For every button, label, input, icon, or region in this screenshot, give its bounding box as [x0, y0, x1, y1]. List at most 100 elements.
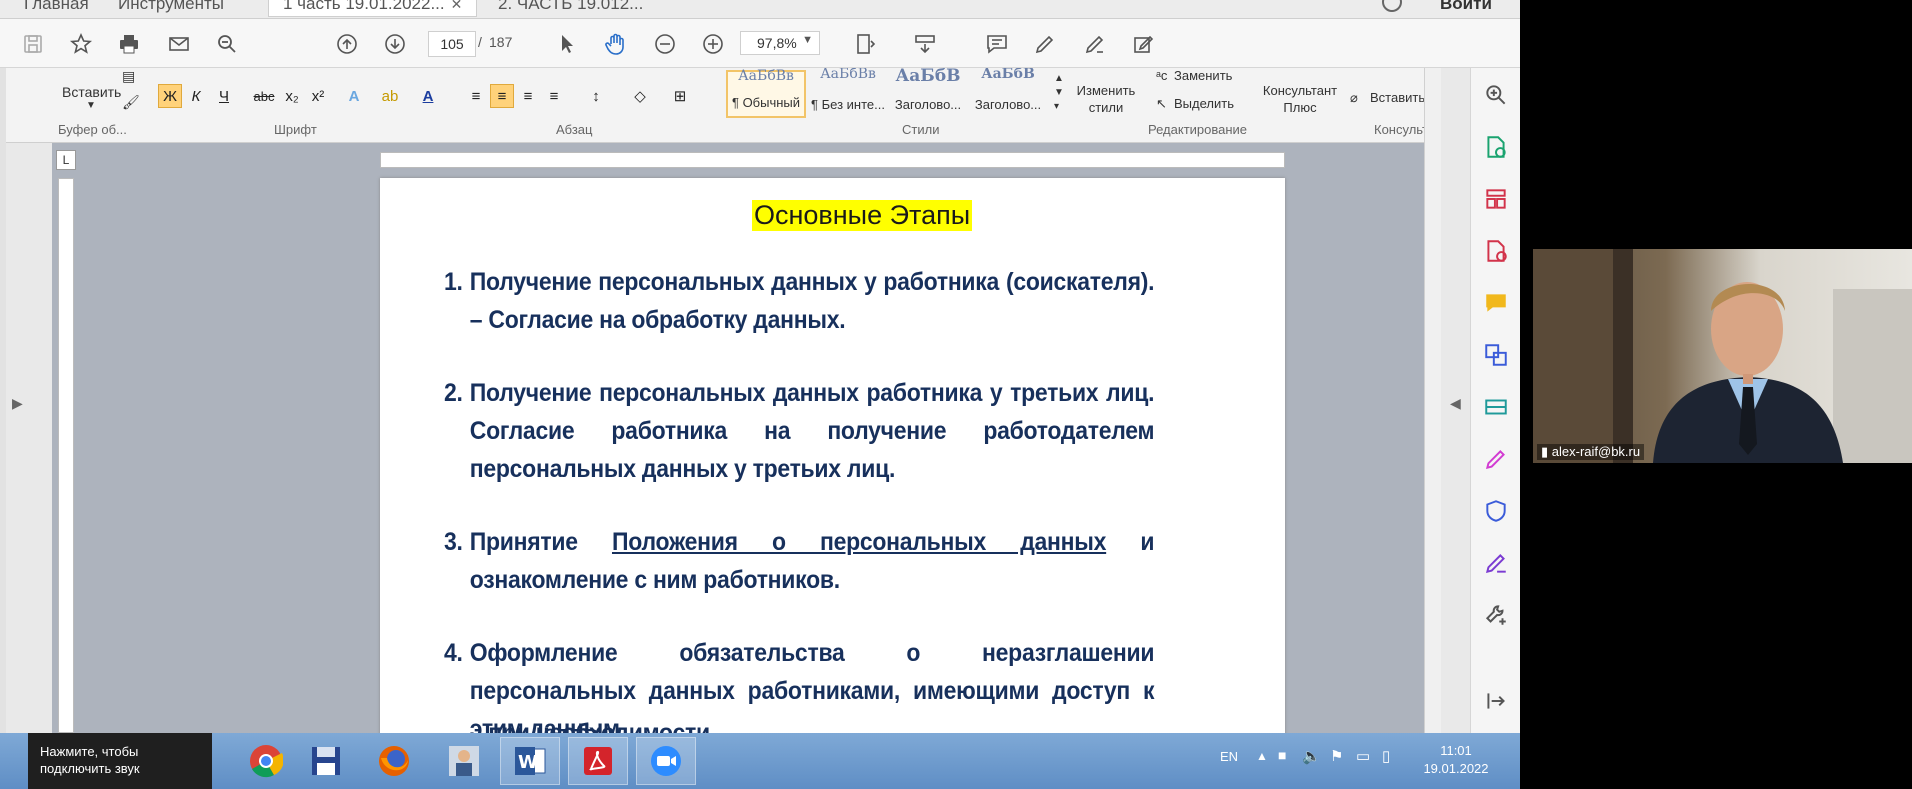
- styles-scroll-icon[interactable]: ▲ ▼ ▾: [1054, 72, 1064, 114]
- list-item-text-pre: Принятие: [469, 528, 612, 556]
- prev-page-icon[interactable]: [334, 31, 360, 57]
- insert-button[interactable]: Вставить: [1370, 90, 1425, 105]
- align-left-icon[interactable]: ≡: [464, 84, 488, 108]
- regulation-link[interactable]: Положения о персональных данных: [612, 528, 1106, 556]
- pointer-icon[interactable]: [554, 31, 580, 57]
- text-effects-icon[interactable]: A: [342, 84, 366, 108]
- style-normal[interactable]: АаБбВв ¶ Обычный: [726, 68, 806, 118]
- list-item-text: Получение персональных данных у работник…: [469, 268, 1155, 334]
- zoom-tool-icon[interactable]: [1483, 82, 1509, 108]
- help-icon[interactable]: [1382, 0, 1402, 12]
- italic-button[interactable]: К: [184, 84, 208, 108]
- align-right-icon[interactable]: ≡: [516, 84, 540, 108]
- format-painter-icon[interactable]: 🖌: [122, 94, 140, 111]
- fill-sign-icon[interactable]: [1483, 446, 1509, 472]
- change-styles-button[interactable]: Изменить стили: [1076, 82, 1136, 116]
- export-pdf-icon[interactable]: [1483, 134, 1509, 160]
- left-panel-strip[interactable]: [0, 68, 6, 733]
- subscript-button[interactable]: x₂: [280, 84, 304, 108]
- next-page-icon[interactable]: [382, 31, 408, 57]
- tray-expand-icon[interactable]: ▲: [1256, 749, 1268, 763]
- comment-icon[interactable]: [984, 31, 1010, 57]
- select-pointer-icon: ↖: [1156, 96, 1167, 111]
- group-label-styles: Стили: [902, 122, 940, 137]
- create-pdf-icon[interactable]: [1483, 238, 1509, 264]
- acrobat-toolbar: 105 / 187 97,8% ▼: [0, 19, 1520, 68]
- word-icon[interactable]: W: [500, 737, 560, 785]
- taskbar-clock[interactable]: 11:01 19.01.2022: [1418, 742, 1494, 778]
- zoom-out-icon[interactable]: [652, 31, 678, 57]
- superscript-button[interactable]: x²: [306, 84, 330, 108]
- select-button[interactable]: Выделить: [1174, 96, 1234, 111]
- strikethrough-button[interactable]: abc: [252, 84, 276, 108]
- copy-icon[interactable]: ▤: [122, 68, 135, 85]
- style-no-spacing[interactable]: АаБбВв ¶ Без инте...: [808, 68, 888, 118]
- zoom-select[interactable]: 97,8% ▼: [740, 31, 820, 55]
- scan-icon[interactable]: [1483, 394, 1509, 420]
- more-tools-icon[interactable]: [1483, 602, 1509, 628]
- zoom-value: 97,8%: [757, 35, 797, 51]
- vertical-scrollbar[interactable]: [1424, 68, 1441, 733]
- participant-name: ▮ alex-raif@bk.ru: [1537, 444, 1645, 460]
- expand-left-panel-icon[interactable]: ▶: [12, 395, 23, 412]
- style-heading-2[interactable]: АаБбВ Заголово...: [968, 68, 1048, 118]
- collapse-pane-icon[interactable]: [1483, 688, 1509, 714]
- highlight-pen-icon[interactable]: [1032, 31, 1058, 57]
- scroll-mode-icon[interactable]: [912, 31, 938, 57]
- keyboard-language[interactable]: EN: [1220, 749, 1238, 764]
- firefox-icon[interactable]: [364, 737, 424, 785]
- zoom-tray-icon[interactable]: ■: [1278, 747, 1286, 763]
- webcam-video[interactable]: [1533, 249, 1912, 463]
- page-number-input[interactable]: 105: [428, 31, 476, 57]
- acrobat-icon[interactable]: [568, 737, 628, 785]
- collapse-tools-icon[interactable]: ◀: [1450, 395, 1461, 412]
- zoom-app-icon[interactable]: [636, 737, 696, 785]
- replace-button[interactable]: Заменить: [1174, 68, 1232, 83]
- fit-page-icon[interactable]: [852, 31, 878, 57]
- zoom-in-icon[interactable]: [700, 31, 726, 57]
- sign-icon[interactable]: [1130, 31, 1156, 57]
- shading-icon[interactable]: ◇: [628, 84, 652, 108]
- device-icon[interactable]: ▯: [1382, 747, 1390, 765]
- hand-icon[interactable]: [602, 31, 628, 57]
- align-center-icon[interactable]: ≡: [490, 84, 514, 108]
- network-icon[interactable]: ▭: [1356, 747, 1370, 765]
- font-color-icon[interactable]: A: [416, 84, 440, 108]
- justify-icon[interactable]: ≡: [542, 84, 566, 108]
- save-icon[interactable]: [20, 31, 46, 57]
- volume-icon[interactable]: 🔈: [1302, 747, 1321, 765]
- flag-icon[interactable]: ⚑: [1330, 747, 1343, 765]
- comment-tool-icon[interactable]: [1483, 290, 1509, 316]
- style-no-spacing-label: ¶ Без инте...: [811, 97, 885, 112]
- consultant-plus-button[interactable]: Консультант Плюс: [1260, 82, 1340, 116]
- chrome-icon[interactable]: [236, 737, 296, 785]
- star-icon[interactable]: [68, 31, 94, 57]
- paste-button[interactable]: Вставить: [62, 84, 121, 100]
- tab-stop-selector[interactable]: L: [56, 150, 76, 170]
- underline-button[interactable]: Ч: [212, 84, 236, 108]
- protect-shield-icon[interactable]: [1483, 498, 1509, 524]
- line-spacing-icon[interactable]: ↕: [584, 84, 608, 108]
- print-icon[interactable]: [116, 31, 142, 57]
- horizontal-ruler[interactable]: [380, 152, 1285, 168]
- draw-icon[interactable]: [1082, 31, 1108, 57]
- user-avatar-icon[interactable]: [434, 737, 494, 785]
- search-icon[interactable]: [214, 31, 240, 57]
- tab-tools[interactable]: Инструменты: [118, 0, 224, 14]
- tab-home[interactable]: Главная: [24, 0, 89, 14]
- mail-icon[interactable]: [166, 31, 192, 57]
- paperclip-icon: ⌀: [1350, 90, 1358, 105]
- borders-icon[interactable]: ⊞: [668, 84, 692, 108]
- tab-document-2[interactable]: 2. ЧАСТЬ 19.012...: [498, 0, 643, 14]
- login-button[interactable]: Войти: [1440, 0, 1492, 14]
- save-disk-icon[interactable]: [296, 737, 356, 785]
- organize-pages-icon[interactable]: [1483, 186, 1509, 212]
- style-heading-1[interactable]: АаБбВ Заголово...: [888, 68, 968, 118]
- unmute-tooltip[interactable]: Нажмите, чтобы подключить звук: [28, 733, 212, 789]
- combine-files-icon[interactable]: [1483, 342, 1509, 368]
- tab-document-1[interactable]: 1 часть 19.01.2022... ✕: [268, 0, 478, 17]
- highlight-color-icon[interactable]: ab: [378, 84, 402, 108]
- send-signature-icon[interactable]: [1483, 550, 1509, 576]
- bold-button[interactable]: Ж: [158, 84, 182, 108]
- close-icon[interactable]: ✕: [451, 0, 463, 12]
